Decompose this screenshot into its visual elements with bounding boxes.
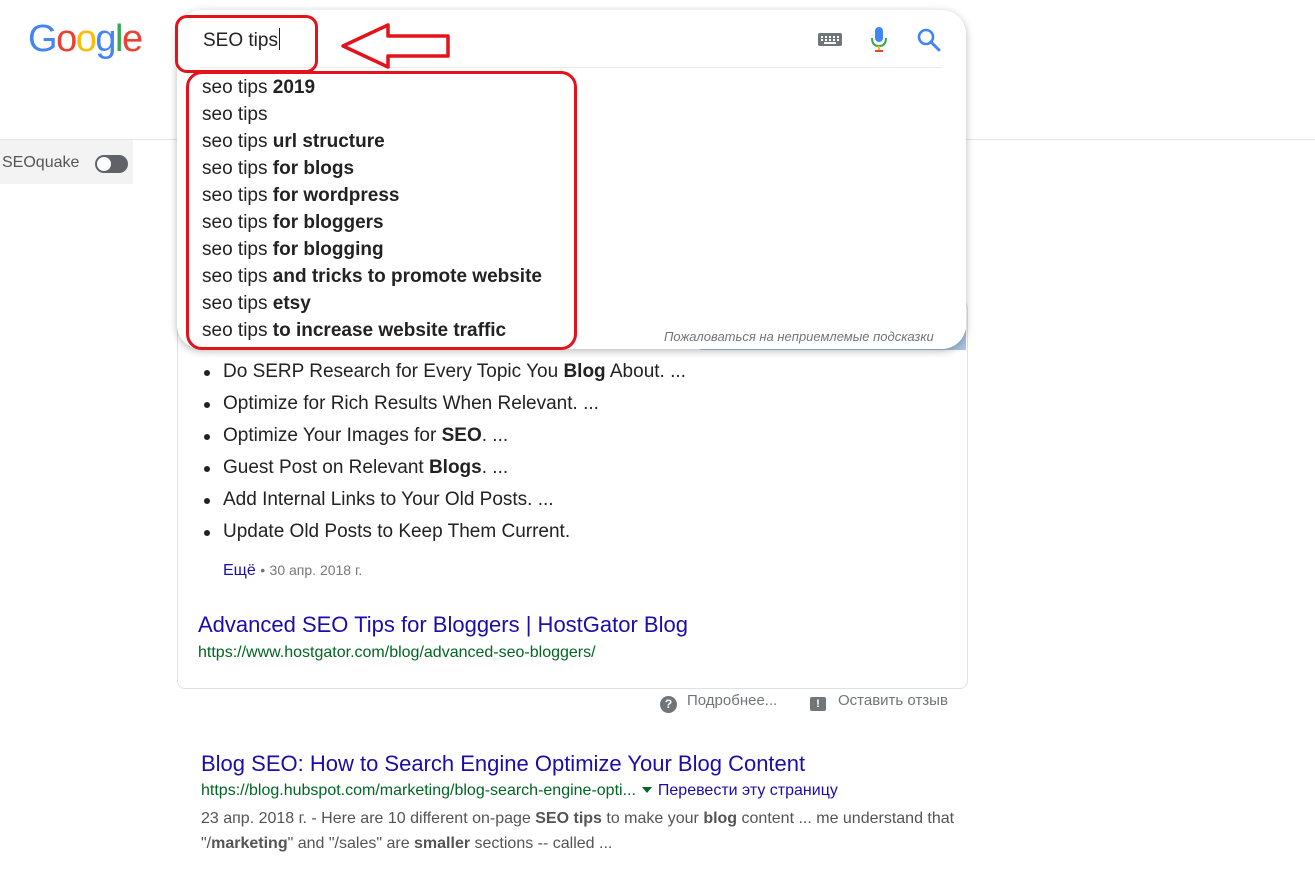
snippet-text: 23 апр. 2018 г. - Here are 10 different … xyxy=(201,810,536,827)
featured-bullet-item: Optimize for Rich Results When Relevant.… xyxy=(203,390,686,422)
featured-bullet-item: Guest Post on Relevant Blogs. ... xyxy=(203,454,686,486)
result-url-row: https://blog.hubspot.com/marketing/blog-… xyxy=(201,782,838,800)
bullet-text: Add Internal Links to Your Old Posts. ..… xyxy=(223,489,554,510)
toggle-knob xyxy=(97,157,111,171)
result-snippet: 23 апр. 2018 г. - Here are 10 different … xyxy=(201,806,961,856)
logo-letter: G xyxy=(28,18,58,60)
feedback-label: Оставить отзыв xyxy=(838,692,948,709)
seoquake-toggle[interactable] xyxy=(95,155,128,173)
snippet-highlight: smaller xyxy=(414,835,471,852)
snippet-highlight: marketing xyxy=(211,835,288,852)
logo-letter: o xyxy=(56,18,77,60)
bullet-text: Optimize for Rich Results When Relevant.… xyxy=(223,393,599,414)
bullet-highlight: SEO xyxy=(441,425,482,446)
caret-down-icon[interactable] xyxy=(641,786,652,793)
leave-feedback[interactable]: ! Оставить отзыв xyxy=(810,692,948,711)
result-title[interactable]: Blog SEO: How to Search Engine Optimize … xyxy=(201,751,805,777)
result-url[interactable]: https://blog.hubspot.com/marketing/blog-… xyxy=(201,782,636,799)
annotation-arrow-icon xyxy=(341,23,450,69)
about-label: Подробнее... xyxy=(687,692,778,709)
bullet-text: . ... xyxy=(481,425,509,446)
bullet-text: About. ... xyxy=(605,361,686,382)
about-featured-snippets[interactable]: ? Подробнее... xyxy=(660,692,777,713)
snippet-text: to make your xyxy=(601,810,704,827)
bullet-highlight: Blog xyxy=(563,361,606,382)
bullet-text: Update Old Posts to Keep Them Current. xyxy=(223,521,571,542)
featured-bullet-item: Do SERP Research for Every Topic You Blo… xyxy=(203,358,686,390)
snippet-highlight: blog xyxy=(703,810,738,827)
annotation-box-query xyxy=(175,15,318,73)
microphone-icon[interactable] xyxy=(870,26,888,54)
annotation-box-suggestions xyxy=(186,71,577,350)
bullet-text: . ... xyxy=(481,457,509,478)
question-icon: ? xyxy=(660,696,677,713)
snippet-text: " and "/sales" are xyxy=(287,835,415,852)
featured-result-url[interactable]: https://www.hostgator.com/blog/advanced-… xyxy=(198,644,596,662)
logo-letter: g xyxy=(95,18,116,60)
logo-letter: l xyxy=(114,18,123,60)
bullet-text: Guest Post on Relevant xyxy=(223,457,429,478)
feedback-icon: ! xyxy=(810,697,826,711)
featured-date: 30 апр. 2018 г. xyxy=(269,562,363,578)
bullet-highlight: Blogs xyxy=(428,457,482,478)
search-icon[interactable] xyxy=(916,27,942,53)
featured-bullet-item: Optimize Your Images for SEO. ... xyxy=(203,422,686,454)
logo-letter: e xyxy=(121,18,143,60)
report-suggestions-link[interactable]: Пожаловаться на неприемлемые подсказки xyxy=(664,329,934,344)
google-logo[interactable]: Google xyxy=(28,18,143,61)
featured-bullet-item: Update Old Posts to Keep Them Current. xyxy=(203,518,686,550)
bullet-text: Do SERP Research for Every Topic You xyxy=(223,361,564,382)
seoquake-label: SEOquake xyxy=(2,154,80,171)
snippet-highlight: SEO tips xyxy=(535,810,602,827)
bullet-text: Optimize Your Images for xyxy=(223,425,442,446)
featured-more-row: Ещё • 30 апр. 2018 г. xyxy=(223,562,362,580)
translate-link[interactable]: Перевести эту страницу xyxy=(658,782,838,799)
logo-letter: o xyxy=(75,18,97,60)
snippet-text: sections -- called ... xyxy=(470,835,613,852)
more-link[interactable]: Ещё xyxy=(223,562,256,579)
featured-bullet-item: Add Internal Links to Your Old Posts. ..… xyxy=(203,486,686,518)
featured-result-title[interactable]: Advanced SEO Tips for Bloggers | HostGat… xyxy=(198,612,688,638)
keyboard-icon[interactable] xyxy=(818,33,842,46)
featured-bullet-list: Do SERP Research for Every Topic You Blo… xyxy=(203,358,686,550)
separator-dot: • xyxy=(260,562,266,578)
